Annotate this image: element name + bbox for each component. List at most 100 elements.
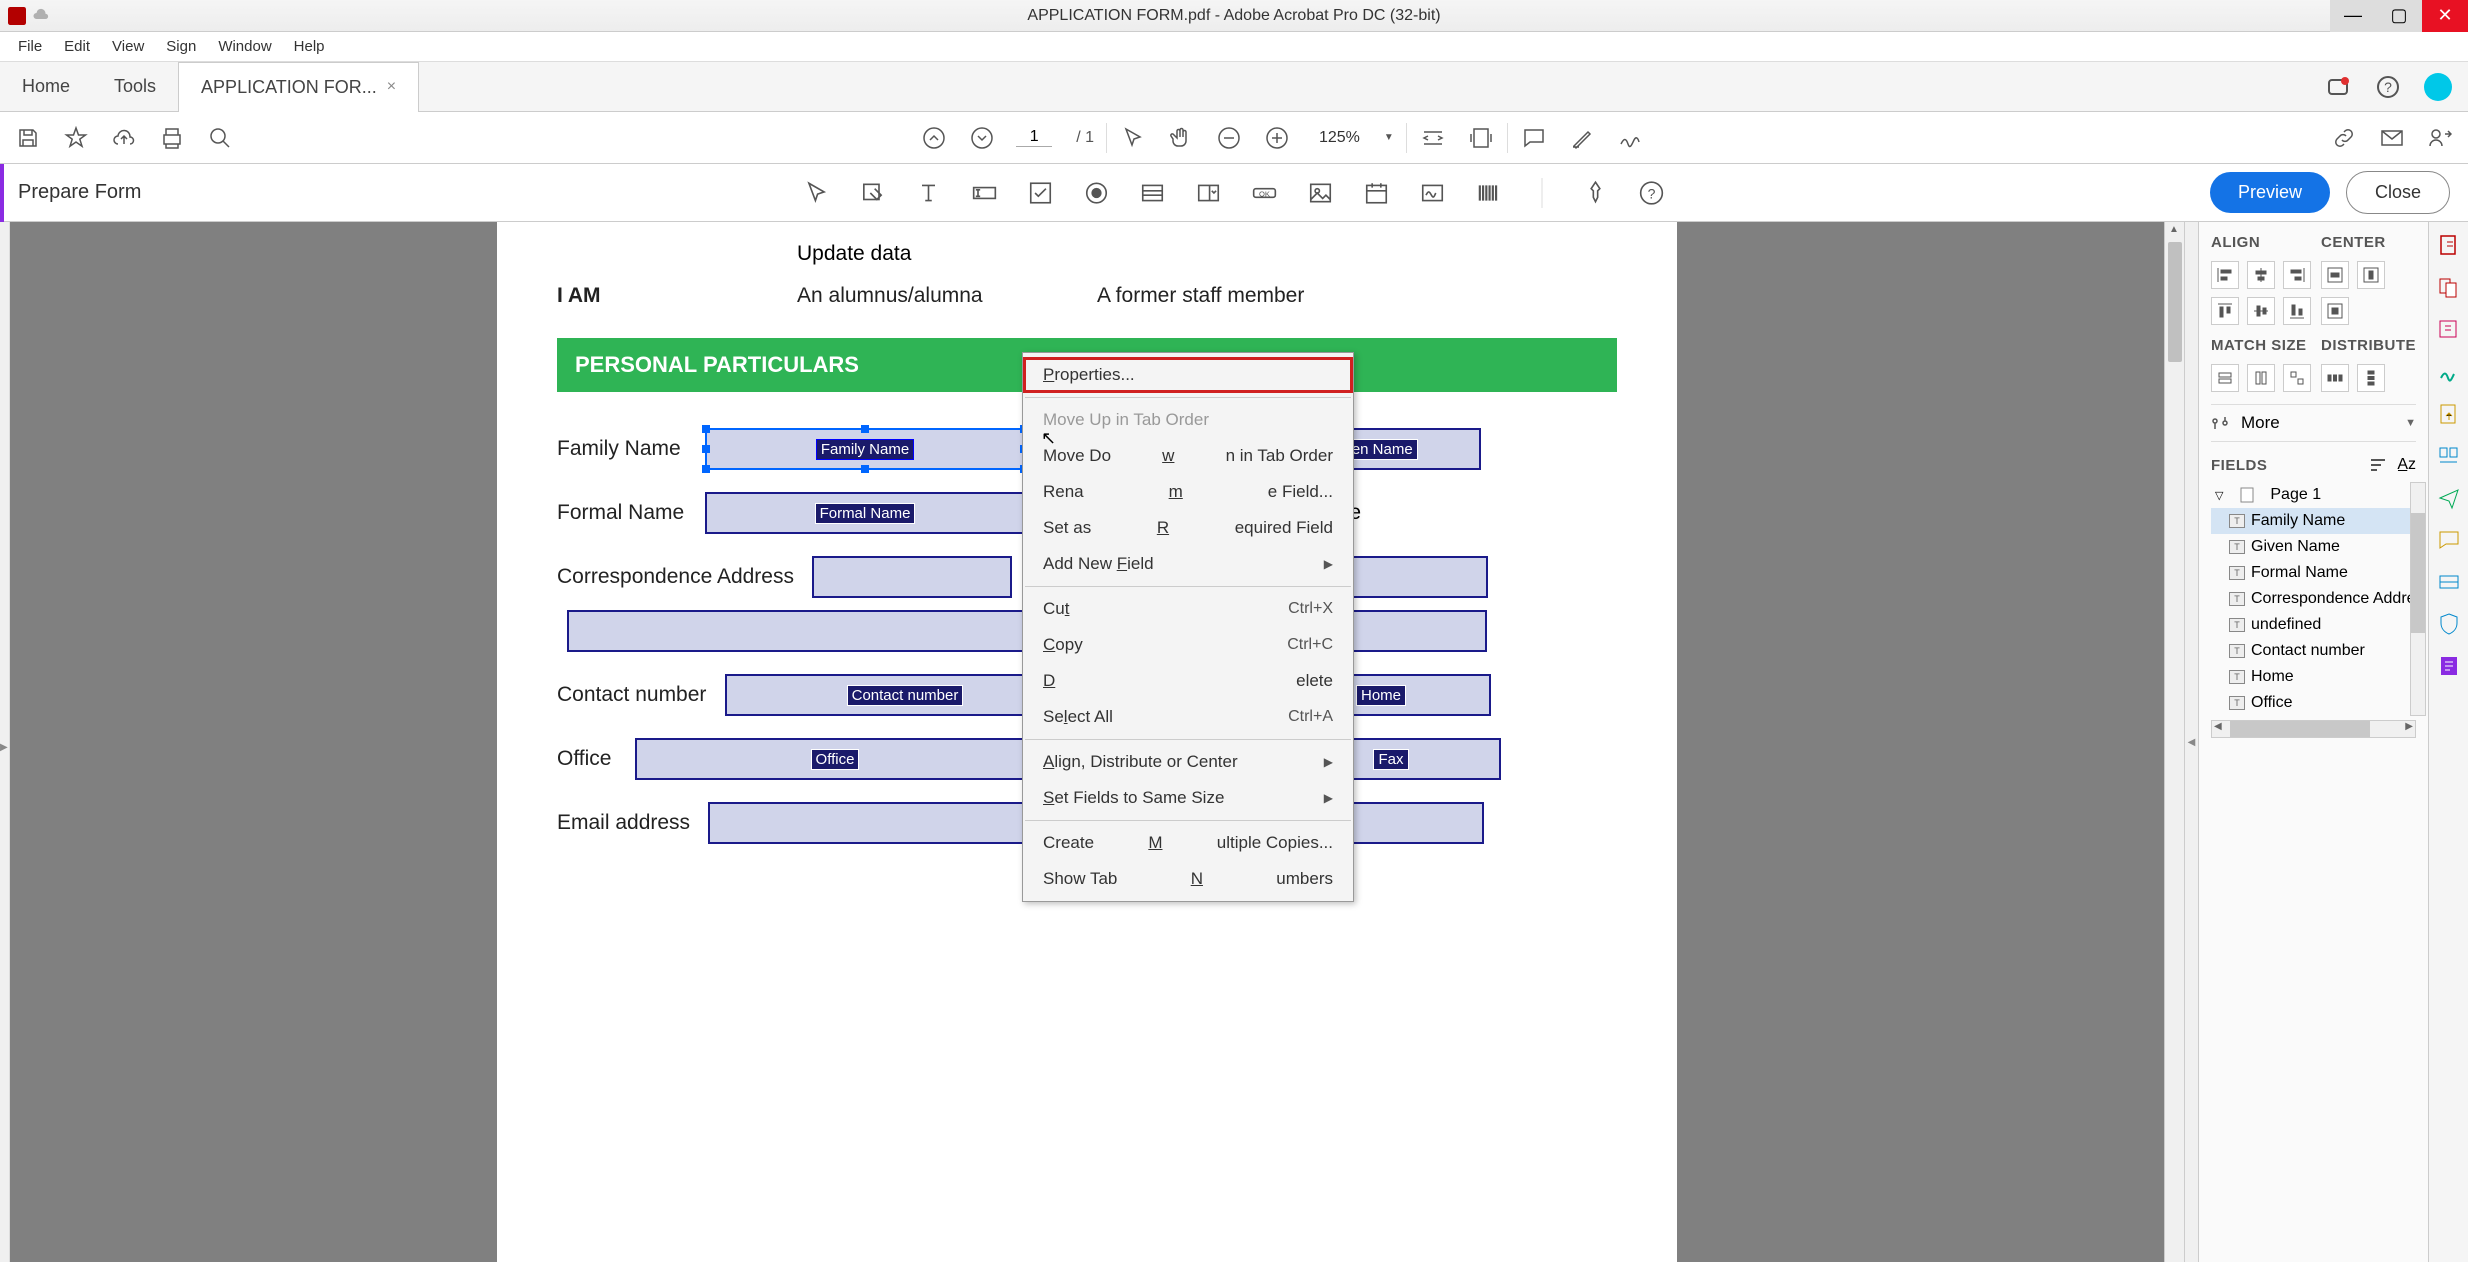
preview-button[interactable]: Preview	[2210, 172, 2330, 213]
ctx-rename[interactable]: Rename Field...	[1023, 474, 1353, 510]
text-field-tool-icon[interactable]	[970, 178, 1000, 208]
scrollbar-thumb[interactable]	[2168, 242, 2182, 362]
window-close-button[interactable]: ✕	[2422, 0, 2468, 32]
align-left-icon[interactable]	[2211, 261, 2239, 289]
distribute-h-icon[interactable]	[2321, 364, 2349, 392]
rt-protect-icon[interactable]	[2437, 612, 2461, 636]
rt-export-icon[interactable]	[2437, 402, 2461, 426]
search-icon[interactable]	[206, 124, 234, 152]
menu-sign[interactable]: Sign	[156, 34, 206, 59]
panel-collapse-handle[interactable]: ◀	[2184, 222, 2198, 1262]
signature-tool-icon[interactable]	[1418, 178, 1448, 208]
fields-h-scrollbar[interactable]: ◀ ▶	[2211, 720, 2416, 738]
tree-item-correspondence[interactable]: TCorrespondence Addre	[2211, 586, 2416, 612]
tree-item-office[interactable]: TOffice	[2211, 690, 2416, 716]
tab-document[interactable]: APPLICATION FOR... ×	[178, 62, 419, 112]
rt-combine-icon[interactable]	[2437, 276, 2461, 300]
text-field-icon[interactable]	[914, 178, 944, 208]
formal-name-field[interactable]: Formal Name	[705, 492, 1025, 534]
list-tool-icon[interactable]	[1138, 178, 1168, 208]
highlight-icon[interactable]	[1568, 124, 1596, 152]
rt-create-pdf-icon[interactable]	[2437, 234, 2461, 258]
help-icon[interactable]: ?	[2374, 73, 2402, 101]
edit-tool-icon[interactable]	[858, 178, 888, 208]
sign-icon[interactable]	[1616, 124, 1644, 152]
zoom-level[interactable]: 125%	[1319, 129, 1360, 147]
match-height-icon[interactable]	[2247, 364, 2275, 392]
menu-help[interactable]: Help	[284, 34, 335, 59]
rt-comment-icon[interactable]	[2437, 528, 2461, 552]
left-gutter-arrow-icon[interactable]: ▶	[0, 742, 8, 753]
ctx-move-down[interactable]: Move Down in Tab Order	[1023, 438, 1353, 474]
rt-scan-icon[interactable]	[2437, 570, 2461, 594]
menu-view[interactable]: View	[102, 34, 154, 59]
center-v-icon[interactable]	[2357, 261, 2385, 289]
ctx-required[interactable]: Set as Required Field	[1023, 510, 1353, 546]
zoom-dropdown-icon[interactable]: ▼	[1384, 132, 1394, 143]
save-icon[interactable]	[14, 124, 42, 152]
email-icon[interactable]	[2378, 124, 2406, 152]
ctx-properties[interactable]: PProperties...roperties...	[1023, 357, 1353, 393]
comment-icon[interactable]	[1520, 124, 1548, 152]
rt-edit-icon[interactable]	[2437, 318, 2461, 342]
rt-organize-icon[interactable]	[2437, 444, 2461, 468]
office-field[interactable]: Office	[635, 738, 1035, 780]
align-right-icon[interactable]	[2283, 261, 2311, 289]
menu-file[interactable]: File	[8, 34, 52, 59]
align-center-v-icon[interactable]	[2247, 297, 2275, 325]
fit-width-icon[interactable]	[1419, 124, 1447, 152]
ctx-show-tab[interactable]: Show Tab Numbers	[1023, 861, 1353, 897]
align-center-h-icon[interactable]	[2247, 261, 2275, 289]
ctx-add-new[interactable]: Add New Field▶	[1023, 546, 1353, 582]
fit-page-icon[interactable]	[1467, 124, 1495, 152]
zoom-in-icon[interactable]	[1263, 124, 1291, 152]
pointer-tool-icon[interactable]	[802, 178, 832, 208]
menu-edit[interactable]: Edit	[54, 34, 100, 59]
hand-tool-icon[interactable]	[1167, 124, 1195, 152]
tab-home[interactable]: Home	[0, 62, 92, 112]
minimize-button[interactable]: ―	[2330, 0, 2376, 32]
fields-scrollbar[interactable]	[2410, 482, 2426, 716]
share-icon[interactable]	[2426, 124, 2454, 152]
menu-window[interactable]: Window	[208, 34, 281, 59]
tree-page-1[interactable]: ▽ Page 1	[2211, 482, 2416, 508]
left-gutter[interactable]: ▶	[0, 222, 10, 1262]
barcode-tool-icon[interactable]	[1474, 178, 1504, 208]
match-width-icon[interactable]	[2211, 364, 2239, 392]
rt-sign-icon[interactable]	[2437, 360, 2461, 384]
tree-item-family-name[interactable]: TFamily Name	[2211, 508, 2416, 534]
pin-tool-icon[interactable]	[1581, 178, 1611, 208]
dropdown-tool-icon[interactable]	[1194, 178, 1224, 208]
tree-item-given-name[interactable]: TGiven Name	[2211, 534, 2416, 560]
checkbox-tool-icon[interactable]	[1026, 178, 1056, 208]
rt-send-icon[interactable]	[2437, 486, 2461, 510]
print-icon[interactable]	[158, 124, 186, 152]
ctx-copy[interactable]: CopyCtrl+C	[1023, 627, 1353, 663]
radio-tool-icon[interactable]	[1082, 178, 1112, 208]
star-icon[interactable]	[62, 124, 90, 152]
page-number-input[interactable]	[1016, 128, 1052, 147]
distribute-v-icon[interactable]	[2357, 364, 2385, 392]
align-bottom-icon[interactable]	[2283, 297, 2311, 325]
center-h-icon[interactable]	[2321, 261, 2349, 289]
ctx-cut[interactable]: CutCtrl+X	[1023, 591, 1353, 627]
center-both-icon[interactable]	[2321, 297, 2349, 325]
user-avatar[interactable]	[2424, 73, 2452, 101]
ctx-align[interactable]: Align, Distribute or Center▶	[1023, 744, 1353, 780]
page-up-icon[interactable]	[920, 124, 948, 152]
ctx-delete[interactable]: Delete	[1023, 663, 1353, 699]
form-help-icon[interactable]: ?	[1637, 178, 1667, 208]
correspondence-field-1[interactable]	[812, 556, 1012, 598]
ctx-same-size[interactable]: Set Fields to Same Size▶	[1023, 780, 1353, 816]
sort-icon[interactable]	[2369, 456, 2387, 474]
maximize-button[interactable]: ▢	[2376, 0, 2422, 32]
zoom-out-icon[interactable]	[1215, 124, 1243, 152]
align-top-icon[interactable]	[2211, 297, 2239, 325]
ctx-multiple[interactable]: Create Multiple Copies...	[1023, 825, 1353, 861]
select-tool-icon[interactable]	[1119, 124, 1147, 152]
family-name-field[interactable]: Family Name	[705, 428, 1025, 470]
tree-item-formal-name[interactable]: TFormal Name	[2211, 560, 2416, 586]
page-down-icon[interactable]	[968, 124, 996, 152]
link-icon[interactable]	[2330, 124, 2358, 152]
vertical-scrollbar[interactable]: ▲	[2164, 222, 2184, 1262]
